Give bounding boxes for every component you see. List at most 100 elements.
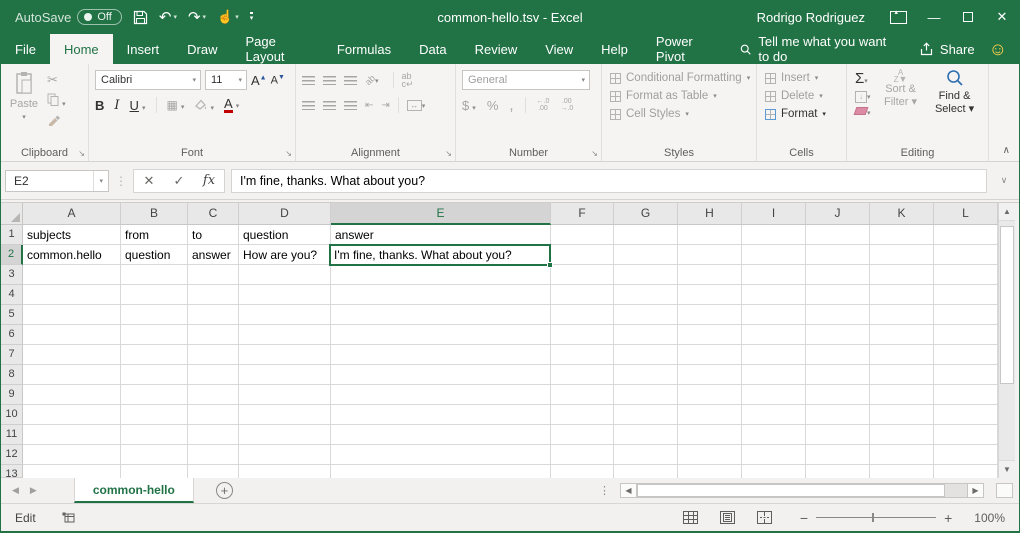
maximize-button[interactable] bbox=[951, 0, 985, 34]
cancel-button[interactable]: ✕ bbox=[134, 173, 164, 189]
cell-a2[interactable]: common.hello bbox=[23, 245, 117, 265]
row-header-7[interactable]: 7 bbox=[1, 345, 23, 365]
font-color-button[interactable]: A ▾ bbox=[224, 98, 239, 113]
cell-c1[interactable]: to bbox=[188, 225, 235, 245]
fill-handle[interactable] bbox=[547, 262, 553, 268]
new-sheet-button[interactable]: + bbox=[216, 482, 233, 499]
alignment-dialog-launcher[interactable]: ↘ bbox=[445, 150, 452, 158]
wrap-text-button[interactable]: abc↵ bbox=[402, 72, 414, 88]
cell-e1[interactable]: answer bbox=[331, 225, 547, 245]
cell-a1[interactable]: subjects bbox=[23, 225, 117, 245]
align-right-button[interactable] bbox=[344, 101, 357, 110]
paste-dropdown-icon[interactable]: ▾ bbox=[22, 114, 26, 121]
redo-dropdown-icon[interactable]: ▾ bbox=[203, 13, 207, 21]
orientation-button[interactable]: ab▾ bbox=[365, 74, 379, 86]
fill-button[interactable]: ↓▾ bbox=[855, 90, 871, 103]
increase-font-size-button[interactable]: A▲ bbox=[251, 73, 267, 88]
font-name-combo[interactable]: Calibri▾ bbox=[95, 70, 201, 90]
borders-button[interactable]: ▦ ▾ bbox=[167, 98, 185, 112]
insert-function-button[interactable]: fx bbox=[194, 173, 224, 188]
align-top-button[interactable] bbox=[302, 76, 315, 85]
user-account-button[interactable]: Rodrigo Rodriguez bbox=[757, 10, 865, 25]
insert-cells-button[interactable]: Insert▾ bbox=[765, 69, 842, 87]
tab-review[interactable]: Review bbox=[461, 34, 532, 64]
touch-mode-button[interactable]: ☝▾ bbox=[217, 9, 239, 25]
column-header-d[interactable]: D bbox=[239, 203, 331, 225]
name-box[interactable]: E2▾ bbox=[5, 170, 109, 192]
row-header-11[interactable]: 11 bbox=[1, 425, 23, 445]
page-layout-view-button[interactable] bbox=[720, 511, 735, 524]
format-as-table-button[interactable]: Format as Table▾ bbox=[610, 87, 752, 105]
column-header-i[interactable]: I bbox=[742, 203, 806, 225]
zoom-in-button[interactable]: + bbox=[944, 511, 952, 525]
row-header-1[interactable]: 1 bbox=[1, 225, 23, 245]
align-bottom-button[interactable] bbox=[344, 76, 357, 85]
sheet-nav-left-arrow[interactable]: ◀ bbox=[1, 485, 30, 496]
hscroll-right-arrow[interactable]: ▶ bbox=[967, 483, 984, 498]
zoom-level-button[interactable]: 100% bbox=[974, 511, 1005, 525]
cell-b1[interactable]: from bbox=[121, 225, 184, 245]
autosave-pill[interactable]: Off bbox=[77, 9, 121, 25]
format-cells-button[interactable]: Format▾ bbox=[765, 105, 842, 123]
fill-color-button[interactable]: ▾ bbox=[194, 98, 214, 113]
cells-area[interactable]: subjects from to question answer common.… bbox=[23, 225, 998, 478]
tab-page-layout[interactable]: Page Layout bbox=[232, 34, 323, 64]
close-button[interactable]: ✕ bbox=[985, 0, 1019, 34]
tell-me-input[interactable]: Tell me what you want to do bbox=[730, 34, 907, 64]
name-box-dropdown-icon[interactable]: ▾ bbox=[93, 171, 108, 191]
currency-dropdown-icon[interactable]: ▾ bbox=[472, 105, 476, 112]
italic-button[interactable]: I bbox=[114, 98, 119, 113]
sheet-tab-common-hello[interactable]: common-hello bbox=[74, 478, 194, 503]
align-left-button[interactable] bbox=[302, 101, 315, 110]
zoom-slider-track[interactable] bbox=[816, 517, 936, 518]
underline-dropdown-icon[interactable]: ▾ bbox=[142, 105, 146, 112]
feedback-smiley-button[interactable]: ☺ bbox=[987, 34, 1019, 64]
hscroll-left-arrow[interactable]: ◀ bbox=[620, 483, 637, 498]
expand-formula-bar-button[interactable]: ∨ bbox=[993, 175, 1015, 186]
copy-button[interactable]: ▾ bbox=[47, 93, 66, 109]
tab-insert[interactable]: Insert bbox=[113, 34, 174, 64]
underline-button[interactable]: U ▾ bbox=[130, 98, 146, 113]
merge-dropdown-icon[interactable]: ▾ bbox=[422, 103, 426, 110]
cell-b2[interactable]: question bbox=[121, 245, 184, 265]
column-header-g[interactable]: G bbox=[614, 203, 678, 225]
borders-dropdown-icon[interactable]: ▾ bbox=[181, 104, 185, 111]
currency-format-button[interactable]: $ ▾ bbox=[462, 98, 476, 113]
redo-button[interactable]: ↷▾ bbox=[188, 8, 206, 26]
bold-button[interactable]: B bbox=[95, 98, 104, 113]
enter-button[interactable]: ✓ bbox=[164, 173, 194, 189]
tab-file[interactable]: File bbox=[1, 34, 50, 64]
merge-center-button[interactable]: ↔▾ bbox=[407, 99, 426, 111]
tab-formulas[interactable]: Formulas bbox=[323, 34, 405, 64]
copy-dropdown-icon[interactable]: ▾ bbox=[62, 101, 66, 108]
font-size-combo[interactable]: 11▾ bbox=[205, 70, 247, 90]
active-cell-e2-editor[interactable]: I'm fine, thanks. What about you? bbox=[329, 244, 551, 266]
tab-power-pivot[interactable]: Power Pivot bbox=[642, 34, 730, 64]
row-header-9[interactable]: 9 bbox=[1, 385, 23, 405]
autosum-button[interactable]: Σ▾ bbox=[855, 70, 868, 87]
horizontal-scroll-thumb[interactable] bbox=[637, 484, 945, 497]
select-all-button[interactable] bbox=[1, 203, 23, 225]
zoom-out-button[interactable]: − bbox=[800, 511, 808, 525]
zoom-slider[interactable]: − + bbox=[800, 511, 952, 525]
tab-draw[interactable]: Draw bbox=[173, 34, 231, 64]
increase-indent-button[interactable]: ⇥ bbox=[381, 100, 389, 111]
column-header-e[interactable]: E bbox=[331, 203, 551, 225]
ribbon-display-options-button[interactable] bbox=[883, 0, 917, 34]
zoom-slider-thumb[interactable] bbox=[872, 513, 874, 522]
column-header-h[interactable]: H bbox=[678, 203, 742, 225]
scroll-down-arrow[interactable]: ▼ bbox=[999, 460, 1015, 478]
column-header-a[interactable]: A bbox=[23, 203, 121, 225]
delete-cells-button[interactable]: Delete▾ bbox=[765, 87, 842, 105]
decrease-decimal-button[interactable]: .00→.0 bbox=[560, 98, 573, 112]
column-header-c[interactable]: C bbox=[188, 203, 239, 225]
horizontal-scrollbar[interactable] bbox=[637, 483, 967, 498]
column-header-b[interactable]: B bbox=[121, 203, 188, 225]
tab-help[interactable]: Help bbox=[587, 34, 642, 64]
font-dialog-launcher[interactable]: ↘ bbox=[285, 150, 292, 158]
cell-c2[interactable]: answer bbox=[188, 245, 235, 265]
page-break-preview-button[interactable] bbox=[757, 511, 772, 524]
column-header-j[interactable]: J bbox=[806, 203, 870, 225]
column-header-k[interactable]: K bbox=[870, 203, 934, 225]
clear-button[interactable]: ▾ bbox=[855, 106, 871, 118]
